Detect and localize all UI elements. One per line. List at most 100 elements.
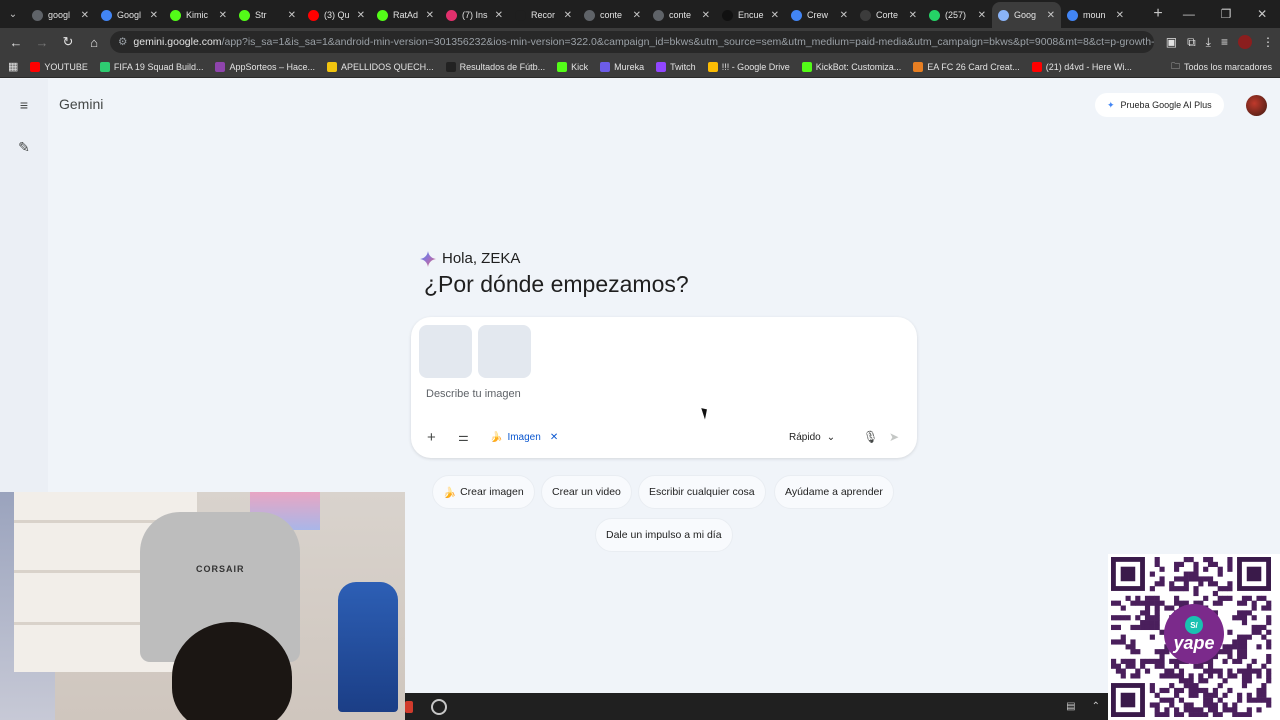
browser-tab[interactable]: Corte ✕: [854, 2, 923, 28]
bookmark-item[interactable]: Twitch: [656, 61, 696, 72]
account-avatar[interactable]: [1246, 95, 1267, 116]
tab-close-icon[interactable]: ✕: [288, 10, 296, 21]
browser-tab[interactable]: (3) Qu ✕: [302, 2, 371, 28]
all-bookmarks[interactable]: 🗀 Todos los marcadores: [1171, 59, 1272, 75]
prompt-input[interactable]: [426, 388, 896, 400]
browser-tab[interactable]: Goog ✕: [992, 2, 1061, 28]
browser-tab[interactable]: Crew ✕: [785, 2, 854, 28]
browser-tab[interactable]: conte ✕: [578, 2, 647, 28]
mode-selector[interactable]: Rápido ⌄: [789, 428, 835, 446]
bookmark-item[interactable]: AppSorteos – Hace...: [215, 61, 315, 72]
tab-close-icon[interactable]: ✕: [909, 10, 917, 21]
extensions-icon[interactable]: ⧉: [1187, 35, 1196, 50]
tools-icon[interactable]: ⚌: [458, 428, 469, 446]
reload-icon[interactable]: ↻: [58, 32, 78, 52]
bookmark-favicon-icon: [707, 61, 718, 72]
browser-tab[interactable]: Str ✕: [233, 2, 302, 28]
tab-search-icon[interactable]: ⌄: [0, 0, 26, 28]
mini-arcade: [338, 582, 398, 712]
news-widget-icon[interactable]: ▤: [1066, 701, 1075, 712]
browser-tab[interactable]: Kimic ✕: [164, 2, 233, 28]
forward-icon[interactable]: →: [32, 32, 52, 52]
profile-icon[interactable]: [1238, 35, 1252, 49]
download-icon[interactable]: ⤓: [1206, 35, 1211, 50]
browser-tab[interactable]: Googl ✕: [95, 2, 164, 28]
tab-title: RatAd: [393, 10, 419, 20]
suggestion-create-image[interactable]: 🍌 Crear imagen: [432, 475, 535, 509]
tab-close-icon[interactable]: ✕: [81, 10, 89, 21]
close-window-icon[interactable]: ✕: [1257, 7, 1267, 21]
bookmark-item[interactable]: APELLIDOS QUECH...: [327, 61, 434, 72]
tray-chevron-icon[interactable]: ⌃: [1092, 701, 1100, 712]
add-attachment-icon[interactable]: +: [427, 428, 436, 446]
webcam-overlay: CORSAIR: [0, 492, 405, 720]
yape-badge: S/: [1185, 616, 1203, 634]
taskbar-app-icon[interactable]: [405, 700, 413, 713]
minimize-icon[interactable]: —: [1183, 7, 1195, 21]
tab-close-icon[interactable]: ✕: [771, 10, 779, 21]
browser-tab[interactable]: conte ✕: [647, 2, 716, 28]
send-icon[interactable]: ➤: [889, 428, 899, 446]
browser-tab[interactable]: (257) ✕: [923, 2, 992, 28]
browser-tab[interactable]: Encue ✕: [716, 2, 785, 28]
bookmark-item[interactable]: EA FC 26 Card Creat...: [913, 61, 1020, 72]
tab-close-icon[interactable]: ✕: [840, 10, 848, 21]
back-icon[interactable]: ←: [6, 32, 26, 52]
apps-icon[interactable]: ▦: [8, 60, 18, 73]
bookmark-item[interactable]: !!! - Google Drive: [707, 61, 790, 72]
hamburger-menu-icon[interactable]: ≡: [16, 97, 32, 113]
tab-title: Recor: [531, 10, 556, 20]
greeting: Hola, ZEKA: [420, 250, 520, 267]
tab-close-icon[interactable]: ✕: [357, 10, 365, 21]
bookmark-item[interactable]: (21) d4vd - Here Wi...: [1031, 61, 1132, 72]
image-tool-chip[interactable]: 🍌 Imagen ✕: [490, 428, 558, 446]
lens-icon[interactable]: ▣: [1166, 35, 1177, 49]
microphone-icon[interactable]: 🎙: [863, 428, 878, 446]
suggestion-boost-my-day[interactable]: Dale un impulso a mi día: [595, 518, 733, 552]
tab-close-icon[interactable]: ✕: [564, 10, 572, 21]
tab-title: conte: [600, 10, 623, 20]
bookmark-label: KickBot: Customiza...: [815, 61, 902, 72]
obs-icon[interactable]: [431, 698, 447, 715]
browser-tab[interactable]: googl ✕: [26, 2, 95, 28]
browser-tab[interactable]: moun ✕: [1061, 2, 1130, 28]
media-icon[interactable]: ≡: [1221, 35, 1228, 49]
tab-close-icon[interactable]: ✕: [1047, 10, 1055, 21]
prompt-composer: + ⚌ 🍌 Imagen ✕ Rápido ⌄ 🎙 ➤: [411, 317, 917, 458]
address-bar[interactable]: ⚙ gemini.google.com/app?is_sa=1&is_sa=1&…: [110, 31, 1154, 53]
bookmark-item[interactable]: KickBot: Customiza...: [801, 61, 902, 72]
tab-close-icon[interactable]: ✕: [978, 10, 986, 21]
remove-chip-icon[interactable]: ✕: [550, 432, 558, 443]
home-icon[interactable]: ⌂: [84, 32, 104, 52]
bookmark-favicon-icon: [445, 61, 456, 72]
url-host: gemini.google.com: [133, 36, 222, 48]
restore-icon[interactable]: ❐: [1221, 7, 1232, 21]
banana-icon: 🍌: [443, 486, 457, 499]
bookmark-item[interactable]: FIFA 19 Squad Build...: [99, 61, 203, 72]
suggestion-create-video[interactable]: Crear un video: [541, 475, 632, 509]
bookmark-item[interactable]: Kick: [557, 61, 588, 72]
browser-tab[interactable]: Recor ✕: [509, 2, 578, 28]
bookmark-item[interactable]: Mureka: [600, 61, 644, 72]
tab-favicon-icon: [1067, 9, 1078, 21]
new-tab-button[interactable]: +: [1146, 5, 1170, 23]
bookmark-item[interactable]: YOUTUBE: [30, 61, 88, 72]
sparkle-icon: ✦: [1107, 99, 1115, 110]
tab-close-icon[interactable]: ✕: [1116, 10, 1124, 21]
suggestion-write-anything[interactable]: Escribir cualquier cosa: [638, 475, 766, 509]
menu-icon[interactable]: ⋮: [1262, 35, 1274, 49]
tab-close-icon[interactable]: ✕: [495, 10, 503, 21]
tab-close-icon[interactable]: ✕: [426, 10, 434, 21]
suggestion-help-me-learn[interactable]: Ayúdame a aprender: [774, 475, 894, 509]
bookmark-item[interactable]: Resultados de Fútb...: [445, 61, 545, 72]
new-chat-icon[interactable]: ✎: [16, 139, 32, 155]
tab-close-icon[interactable]: ✕: [633, 10, 641, 21]
site-info-icon[interactable]: ⚙: [118, 36, 127, 48]
tab-close-icon[interactable]: ✕: [219, 10, 227, 21]
try-ai-plus-button[interactable]: ✦ Prueba Google AI Plus: [1095, 93, 1224, 117]
tab-close-icon[interactable]: ✕: [150, 10, 158, 21]
browser-tab[interactable]: RatAd ✕: [371, 2, 440, 28]
browser-tab[interactable]: (7) Ins ✕: [440, 2, 509, 28]
tab-title: Googl: [117, 10, 142, 20]
tab-close-icon[interactable]: ✕: [702, 10, 710, 21]
